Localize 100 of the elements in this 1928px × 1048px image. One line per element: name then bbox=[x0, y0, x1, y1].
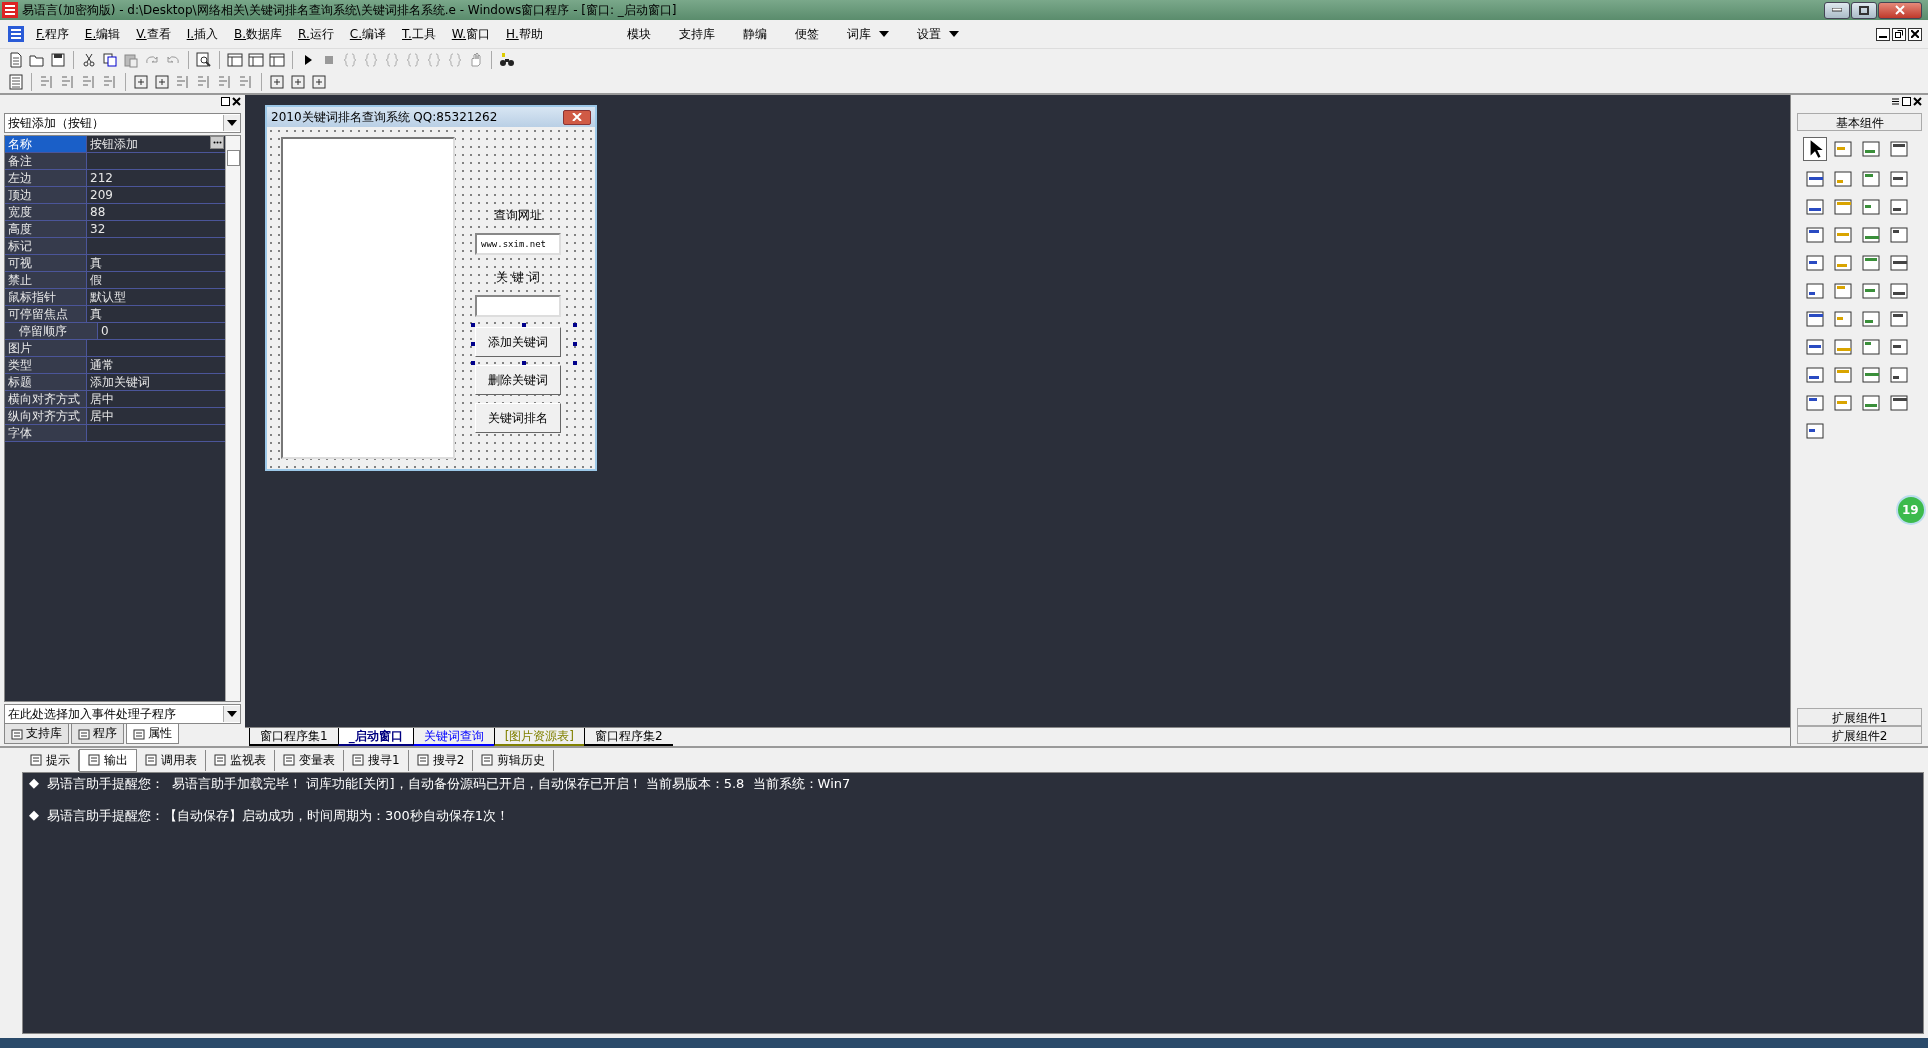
output-tab[interactable]: 监视表 bbox=[206, 749, 275, 771]
menu-item[interactable]: E.编辑 bbox=[76, 25, 129, 43]
scrollbar[interactable] bbox=[225, 136, 240, 701]
menu-item[interactable]: C.编译 bbox=[341, 25, 395, 43]
toolbox-group-button[interactable]: 扩展组件2 bbox=[1797, 726, 1922, 744]
property-name[interactable]: 标题 bbox=[5, 374, 87, 390]
frame-icon[interactable] bbox=[269, 74, 285, 90]
close-icon[interactable] bbox=[232, 97, 241, 106]
property-name[interactable]: 图片 bbox=[5, 340, 87, 356]
close-button[interactable] bbox=[563, 109, 591, 125]
output-tab[interactable]: 输出 bbox=[79, 748, 137, 772]
layout-icon[interactable] bbox=[269, 52, 285, 68]
component-icon[interactable] bbox=[1861, 365, 1881, 385]
property-name[interactable]: 备注 bbox=[5, 153, 87, 169]
component-icon[interactable] bbox=[1889, 169, 1909, 189]
component-icon[interactable] bbox=[1861, 253, 1881, 273]
property-name[interactable]: 鼠标指针 bbox=[5, 289, 87, 305]
component-icon[interactable] bbox=[1861, 337, 1881, 357]
property-value[interactable]: 默认型 bbox=[90, 289, 126, 305]
folder-icon[interactable] bbox=[29, 52, 45, 68]
ellipsis-button[interactable] bbox=[210, 136, 224, 149]
hand-icon[interactable] bbox=[468, 52, 484, 68]
object-selector[interactable]: 按钮添加（按钮） bbox=[4, 113, 241, 133]
input-field[interactable] bbox=[475, 295, 561, 317]
property-value[interactable]: 添加关键词 bbox=[90, 374, 150, 390]
component-icon[interactable] bbox=[1861, 139, 1881, 159]
property-value[interactable]: 通常 bbox=[90, 357, 114, 373]
component-icon[interactable] bbox=[1805, 169, 1825, 189]
frame-icon[interactable] bbox=[290, 74, 306, 90]
scissors-icon[interactable] bbox=[81, 52, 97, 68]
event-selector[interactable]: 在此处选择加入事件处理子程序 bbox=[4, 704, 241, 724]
component-icon[interactable] bbox=[1805, 309, 1825, 329]
output-tab[interactable]: 搜寻2 bbox=[408, 749, 474, 771]
menu-item[interactable]: I.插入 bbox=[178, 25, 227, 43]
component-icon[interactable] bbox=[1805, 281, 1825, 301]
component-icon[interactable] bbox=[1861, 197, 1881, 217]
property-name[interactable]: 类型 bbox=[5, 357, 87, 373]
calculator-icon[interactable] bbox=[8, 74, 24, 90]
component-icon[interactable] bbox=[1889, 281, 1909, 301]
menu-item[interactable]: 静编 bbox=[730, 25, 779, 43]
cursor-icon[interactable] bbox=[1803, 137, 1827, 161]
property-name[interactable]: 禁止 bbox=[5, 272, 87, 288]
binoculars-icon[interactable] bbox=[499, 52, 515, 68]
menu-item[interactable]: H.帮助 bbox=[498, 25, 551, 43]
frame-icon[interactable] bbox=[133, 74, 149, 90]
copy-icon[interactable] bbox=[102, 52, 118, 68]
property-name[interactable]: 标记 bbox=[5, 238, 87, 254]
layout-icon[interactable] bbox=[227, 52, 243, 68]
form-button[interactable]: 删除关键词 bbox=[475, 365, 561, 395]
component-icon[interactable] bbox=[1889, 309, 1909, 329]
component-icon[interactable] bbox=[1861, 281, 1881, 301]
panel-tab[interactable]: 支持库 bbox=[4, 724, 69, 744]
property-value[interactable]: 209 bbox=[90, 187, 113, 203]
property-value[interactable]: 按钮添加 bbox=[90, 136, 138, 152]
property-name[interactable]: 可停留焦点 bbox=[5, 306, 87, 322]
component-icon[interactable] bbox=[1805, 421, 1825, 441]
menu-item[interactable]: 模块 bbox=[614, 25, 663, 43]
form-button[interactable]: 关键词排名 bbox=[475, 403, 561, 433]
component-icon[interactable] bbox=[1805, 225, 1825, 245]
toolbox-group-button[interactable]: 基本组件 bbox=[1797, 113, 1922, 131]
output-tab[interactable]: 调用表 bbox=[137, 749, 206, 771]
output-tab[interactable]: 变量表 bbox=[275, 749, 344, 771]
component-icon[interactable] bbox=[1861, 393, 1881, 413]
property-value[interactable]: 居中 bbox=[90, 408, 114, 424]
document-tab[interactable]: _启动窗口 bbox=[337, 728, 413, 746]
close-button[interactable] bbox=[1878, 1, 1922, 19]
property-value[interactable]: 居中 bbox=[90, 391, 114, 407]
save-icon[interactable] bbox=[50, 52, 66, 68]
close-button[interactable] bbox=[1908, 27, 1922, 41]
restore-icon[interactable] bbox=[221, 97, 230, 106]
close-icon[interactable] bbox=[1913, 97, 1922, 106]
minimize-button[interactable] bbox=[1824, 1, 1850, 19]
menu-item[interactable]: 设置 bbox=[904, 25, 971, 43]
menu-icon[interactable] bbox=[1891, 97, 1900, 106]
caret-icon[interactable] bbox=[948, 31, 959, 37]
property-value[interactable]: 假 bbox=[90, 272, 102, 288]
maximize-button[interactable] bbox=[1851, 1, 1877, 19]
component-icon[interactable] bbox=[1889, 225, 1909, 245]
property-name[interactable]: 高度 bbox=[5, 221, 87, 237]
component-icon[interactable] bbox=[1805, 365, 1825, 385]
property-name[interactable]: 横向对齐方式 bbox=[5, 391, 87, 407]
component-icon[interactable] bbox=[1889, 139, 1909, 159]
caret-icon[interactable] bbox=[878, 31, 889, 37]
panel-tab[interactable]: 属性 bbox=[126, 724, 179, 744]
document-tab[interactable]: [图片资源表] bbox=[493, 728, 584, 746]
property-name[interactable]: 可视 bbox=[5, 255, 87, 271]
property-name[interactable]: 纵向对齐方式 bbox=[5, 408, 87, 424]
property-name[interactable]: 宽度 bbox=[5, 204, 87, 220]
property-value[interactable]: 真 bbox=[90, 306, 102, 322]
form-button[interactable]: 添加关键词 bbox=[475, 327, 561, 357]
property-value[interactable]: 88 bbox=[90, 204, 106, 220]
panel-tab[interactable]: 程序 bbox=[71, 724, 124, 744]
doc-icon[interactable] bbox=[8, 52, 24, 68]
property-value[interactable]: 212 bbox=[90, 170, 113, 186]
property-value[interactable]: 0 bbox=[101, 323, 109, 339]
restore-icon[interactable] bbox=[1902, 97, 1911, 106]
menu-item[interactable]: 便签 bbox=[782, 25, 831, 43]
property-value[interactable]: 32 bbox=[90, 221, 106, 237]
menu-item[interactable]: R.运行 bbox=[290, 25, 342, 43]
menu-item[interactable]: V.查看 bbox=[128, 25, 179, 43]
